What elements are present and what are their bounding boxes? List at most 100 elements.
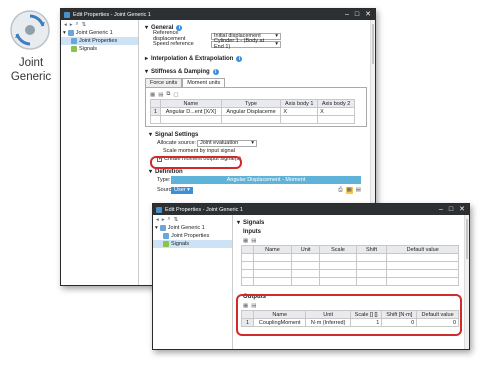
section-title: Definition (155, 168, 183, 175)
table-row-empty (241, 277, 459, 286)
search-icon[interactable]: ⌕ (76, 21, 79, 28)
collapse-arrow-icon: ▾ (145, 69, 149, 75)
dropdown-icon: ▾ (251, 140, 254, 146)
table-icon[interactable]: ▤ (356, 187, 361, 194)
forward-icon[interactable]: ▸ (70, 22, 73, 28)
tree-item-joint-generic[interactable]: ▾ Joint Generic 1 (61, 29, 138, 37)
collapse-arrow-icon: ▾ (237, 220, 241, 226)
stiffness-section-header[interactable]: ▾ Stiffness & Damping i (145, 67, 367, 76)
properties-icon (71, 38, 77, 44)
tree-label: Signals (171, 241, 190, 247)
add-row-icon[interactable]: ▦ (150, 92, 155, 98)
tab-force-units[interactable]: Force units (145, 78, 183, 87)
collapse-arrow-icon: ▾ (149, 132, 153, 138)
tree-item-joint-generic[interactable]: ▾ Joint Generic 1 (153, 224, 232, 232)
speed-reference-select[interactable]: Cylinder 1 - (Body at End 1) ▾ (211, 38, 281, 50)
remove-row-icon[interactable]: ▤ (158, 92, 163, 98)
inputs-heading: Inputs (243, 228, 261, 235)
definition-tools: ⎙ ▦ ▤ (338, 186, 367, 194)
allocate-source-select[interactable]: Joint evaluation ▾ (197, 139, 257, 147)
tree-label: Joint Properties (79, 38, 118, 44)
column-header: Scale (319, 245, 357, 254)
column-header: Type (220, 99, 282, 108)
field-label: Speed reference (153, 41, 194, 47)
speed-reference-row: Speed reference Cylinder 1 - (Body at En… (145, 38, 367, 50)
minimize-button[interactable]: – (345, 11, 349, 18)
paste-icon[interactable]: ▢ (173, 92, 178, 98)
signals-icon (163, 241, 169, 247)
maximize-button[interactable]: □ (355, 11, 359, 18)
section-title: Signals (243, 219, 265, 226)
interpolation-section-header[interactable]: ▸ Interpolation & Extrapolation i (145, 54, 367, 63)
source-select[interactable]: User ▾ (171, 186, 193, 194)
moment-table: Name Type Axis body 1 Axis body 2 1 Angu… (150, 99, 355, 124)
copy-icon[interactable]: ⧉ (166, 91, 170, 98)
collapse-arrow-icon: ▾ (149, 169, 153, 175)
remove-row-icon[interactable]: ▤ (251, 238, 256, 244)
table-row[interactable]: 1 Angular D...ent [X/X] Angular Displace… (150, 107, 355, 116)
definition-type-value[interactable]: Angular Displacement - Moment (171, 176, 361, 184)
tree-item-joint-properties[interactable]: Joint Properties (153, 232, 232, 240)
window-1-titlebar: Edit Properties - Joint Generic 1 – □ ✕ (61, 9, 375, 20)
signal-settings-header[interactable]: ▾ Signal Settings (145, 130, 367, 139)
window-1-tree-panel: ◂ ▸ ⌕ ⇅ ▾ Joint Generic 1 Joint Properti… (61, 20, 139, 285)
joint-generic-icon (10, 10, 50, 50)
tree-toolbar: ◂ ▸ ⌕ ⇅ (61, 20, 138, 29)
tree-item-joint-properties[interactable]: Joint Properties (61, 37, 138, 45)
collapse-icon[interactable]: ⇅ (174, 217, 179, 223)
highlight-create-moment-output (150, 156, 242, 169)
minimize-button[interactable]: – (439, 206, 443, 213)
moment-units-panel: ▦ ▤ ⧉ ▢ Name Type Axis body 1 Axis body … (145, 87, 367, 127)
column-header: Unit (290, 245, 321, 254)
cell-axis-body-2[interactable]: X (317, 107, 355, 116)
window-2-scrollbar[interactable] (464, 215, 469, 349)
window-2-titlebar: Edit Properties - Joint Generic 1 – □ ✕ (153, 204, 469, 215)
tree-item-signals[interactable]: Signals (61, 45, 138, 53)
scroll-thumb[interactable] (466, 219, 468, 259)
info-icon[interactable]: i (236, 55, 243, 62)
scroll-thumb[interactable] (372, 24, 374, 64)
column-header (150, 99, 161, 108)
print-icon[interactable]: ⎙ (338, 187, 342, 194)
title-line2: Generic (10, 71, 52, 83)
grid-icon[interactable]: ▦ (345, 186, 353, 194)
properties-icon (163, 233, 169, 239)
cell-type[interactable]: Angular Displaceme (220, 107, 282, 116)
info-icon[interactable]: i (212, 68, 219, 75)
window-1-title: Edit Properties - Joint Generic 1 (73, 11, 151, 18)
search-icon[interactable]: ⌕ (168, 216, 171, 223)
definition-source-row: Source: User ▾ ⎙ ▦ ▤ (145, 186, 367, 194)
add-row-icon[interactable]: ▦ (243, 238, 248, 244)
column-header: Axis body 1 (280, 99, 319, 108)
cell-name[interactable]: Angular D...ent [X/X] (160, 107, 222, 116)
highlight-outputs (236, 294, 462, 336)
collapse-icon[interactable]: ⇅ (82, 22, 87, 28)
select-value: User (174, 186, 186, 193)
table-row-empty (150, 115, 355, 124)
allocate-source-row: Allocate source: Joint evaluation ▾ (145, 139, 367, 147)
tree-label: Joint Generic 1 (75, 30, 113, 36)
table-header-row: Name Type Axis body 1 Axis body 2 (150, 99, 355, 108)
inputs-table: Name Unit Scale Shift Default value (241, 245, 459, 286)
column-header: Name (253, 245, 292, 254)
close-button[interactable]: ✕ (459, 206, 465, 213)
table-header-row: Name Unit Scale Shift Default value (241, 245, 459, 254)
close-button[interactable]: ✕ (365, 11, 371, 18)
cell-axis-body-1[interactable]: X (280, 107, 319, 116)
select-value: Joint evaluation (200, 140, 239, 146)
window-2-tree-panel: ◂ ▸ ⌕ ⇅ ▾ Joint Generic 1 Joint Properti… (153, 215, 233, 349)
tab-moment-units[interactable]: Moment units (182, 78, 226, 87)
window-2-title: Edit Properties - Joint Generic 1 (165, 206, 243, 213)
tree-label: Joint Generic 1 (167, 225, 205, 231)
joint-generic-title: Joint Generic (2, 56, 60, 84)
forward-icon[interactable]: ▸ (162, 217, 165, 223)
back-icon[interactable]: ◂ (156, 217, 159, 223)
maximize-button[interactable]: □ (449, 206, 453, 213)
signals-section-header[interactable]: ▾ Signals (237, 218, 459, 227)
scale-moment-row[interactable]: Scale moment by input signal (145, 147, 367, 155)
tree-label: Signals (79, 46, 98, 52)
back-icon[interactable]: ◂ (64, 22, 67, 28)
expand-arrow-icon: ▸ (145, 56, 149, 62)
tree-item-signals[interactable]: Signals (153, 240, 232, 248)
table-row-empty (241, 253, 459, 262)
